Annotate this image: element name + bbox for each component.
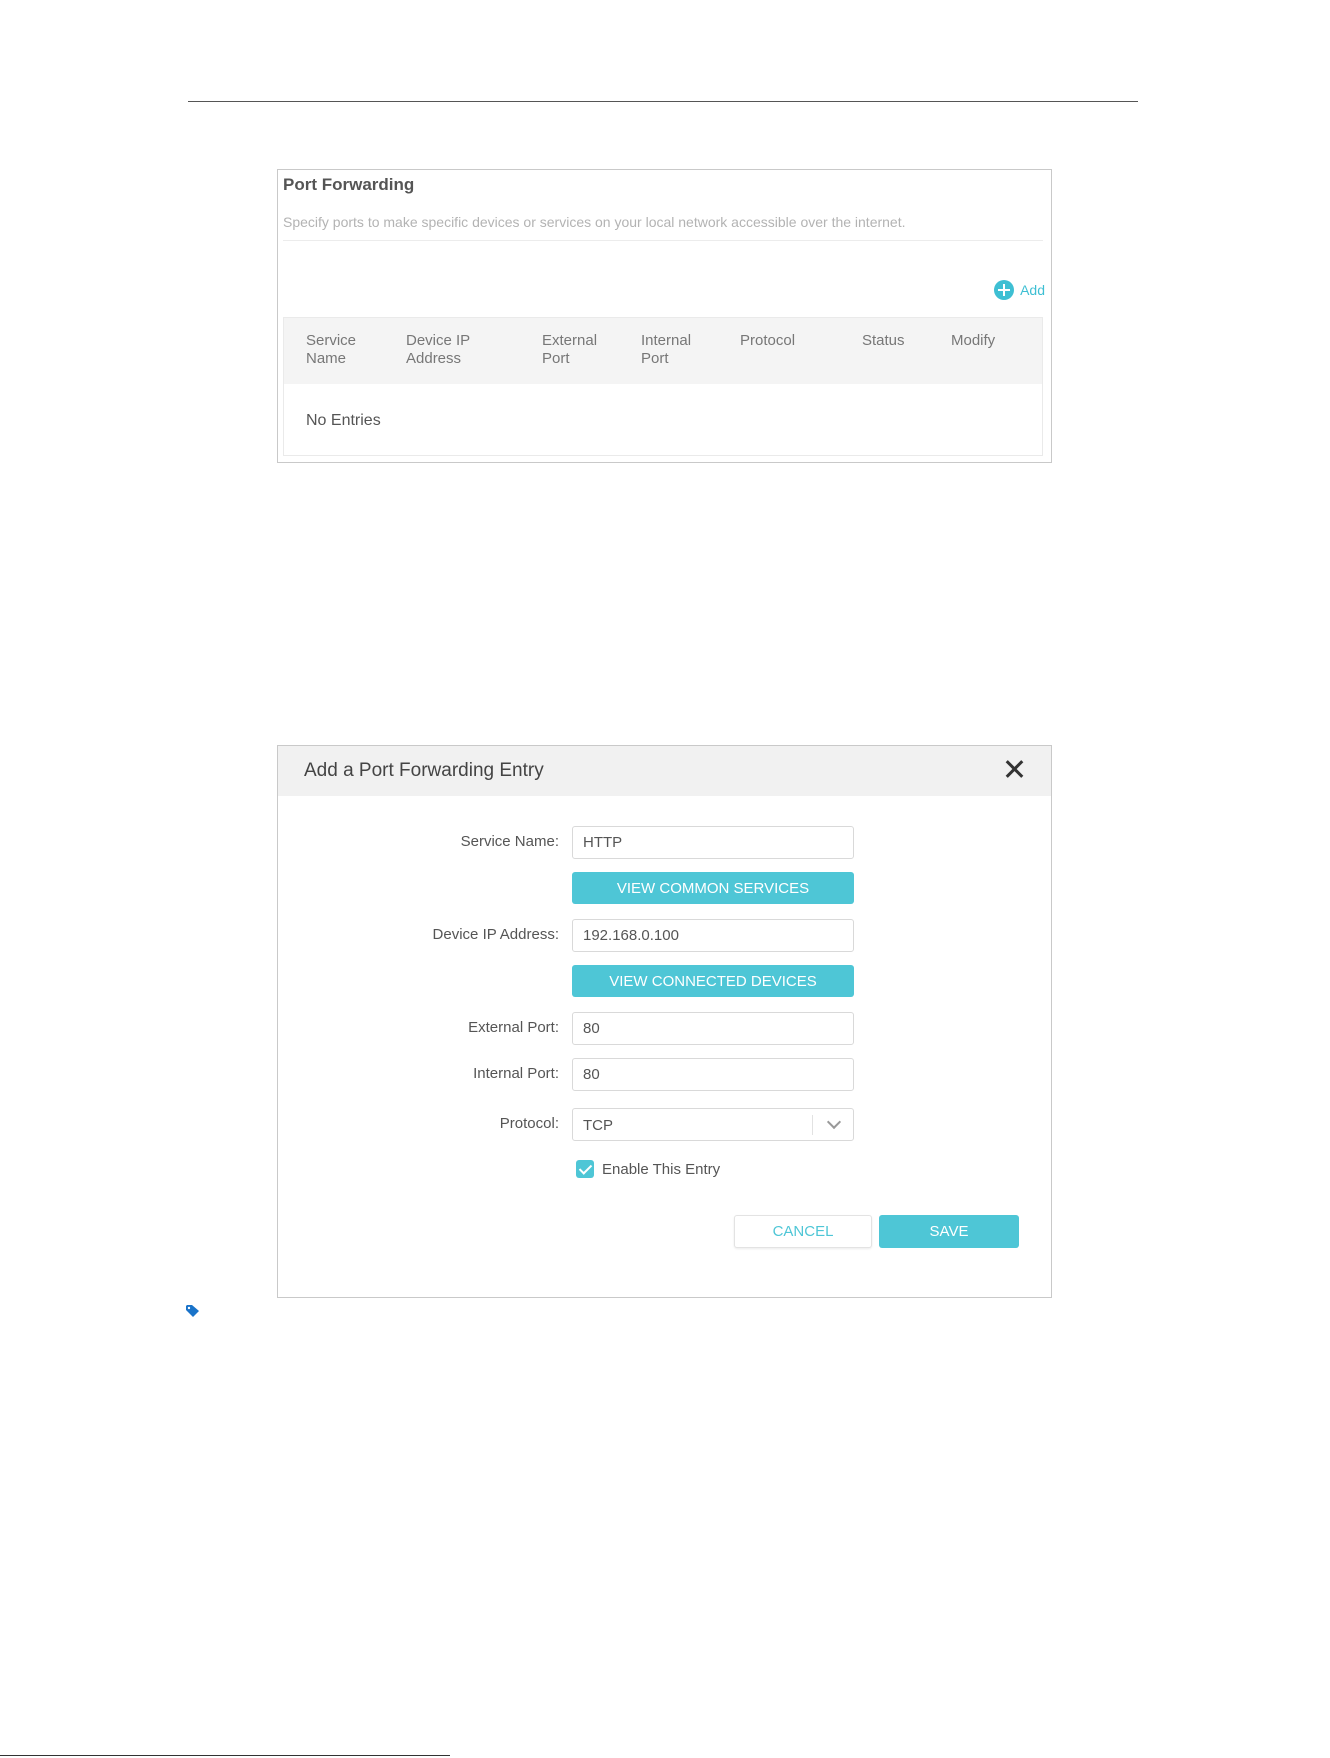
enable-entry-label: Enable This Entry [602, 1160, 721, 1178]
enable-entry-checkbox[interactable]: Enable This Entry [576, 1160, 720, 1178]
close-icon[interactable] [1005, 760, 1023, 778]
protocol-select[interactable]: TCP [572, 1108, 854, 1141]
panel-divider [283, 240, 1043, 241]
column-header-status: Status [862, 332, 905, 349]
checkbox-checked-icon [576, 1160, 594, 1178]
column-header-device-ip: Device IP Address [406, 332, 471, 367]
tag-icon [186, 1305, 199, 1317]
panel-description: Specify ports to make specific devices o… [283, 214, 906, 230]
port-forwarding-panel: Port Forwarding Specify ports to make sp… [277, 169, 1052, 463]
internal-port-label: Internal Port: [473, 1065, 559, 1082]
column-header-internal-port: Internal Port [641, 332, 692, 367]
add-entry-dialog: Add a Port Forwarding Entry Service Name… [277, 745, 1052, 1298]
page-top-rule [188, 101, 1138, 102]
chevron-down-icon [826, 1114, 842, 1130]
save-button[interactable]: SAVE [879, 1215, 1019, 1248]
add-entry-label: Add [1020, 282, 1045, 298]
view-connected-devices-button[interactable]: VIEW CONNECTED DEVICES [572, 965, 854, 997]
internal-port-input[interactable] [572, 1058, 854, 1091]
device-ip-input[interactable] [572, 919, 854, 952]
page-bottom-rule [0, 1755, 450, 1756]
external-port-input[interactable] [572, 1012, 854, 1045]
external-port-label: External Port: [468, 1019, 559, 1036]
select-separator [812, 1115, 813, 1135]
protocol-label: Protocol: [499, 1115, 559, 1132]
column-header-modify: Modify [951, 332, 996, 349]
service-name-input[interactable] [572, 826, 854, 859]
dialog-title: Add a Port Forwarding Entry [304, 760, 544, 781]
add-entry-button[interactable]: Add [994, 280, 1045, 300]
device-ip-label: Device IP Address: [432, 926, 559, 943]
plus-circle-icon [994, 280, 1015, 300]
column-header-service-name: Service Name [306, 332, 357, 367]
column-header-external-port: External Port [542, 332, 598, 367]
protocol-selected-value: TCP [583, 1117, 613, 1134]
empty-table-message: No Entries [306, 412, 381, 429]
cancel-button[interactable]: CANCEL [734, 1215, 872, 1248]
table-header: Service Name Device IP Address External … [284, 318, 1042, 384]
port-forwarding-table: Service Name Device IP Address External … [283, 317, 1043, 456]
service-name-label: Service Name: [460, 833, 559, 850]
column-header-protocol: Protocol [740, 332, 796, 349]
panel-title: Port Forwarding [283, 175, 415, 194]
dialog-header: Add a Port Forwarding Entry [278, 746, 1051, 796]
view-common-services-button[interactable]: VIEW COMMON SERVICES [572, 872, 854, 904]
